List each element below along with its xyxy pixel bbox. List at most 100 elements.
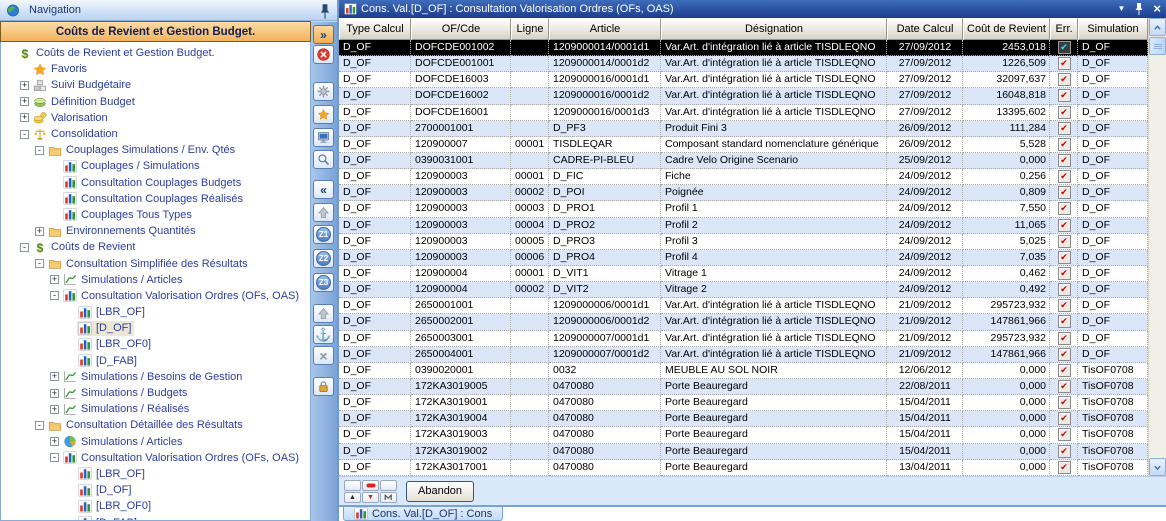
table-row[interactable]: D_OFDOFCDE0010011209000014/0001d2Var.Art… xyxy=(339,56,1148,72)
up-button[interactable] xyxy=(313,304,334,323)
nav-down-button[interactable]: ▼ xyxy=(362,492,379,503)
tree-item[interactable]: +Définition Budget xyxy=(1,94,310,110)
table-row[interactable]: D_OF172KA30190020470080Porte Beauregard1… xyxy=(339,444,1148,460)
table-row[interactable]: D_OF0390031001CADRE-PI-BLEUCadre Velo Or… xyxy=(339,153,1148,169)
scrollbar-thumb[interactable] xyxy=(1149,37,1166,55)
table-row[interactable]: D_OF172KA30190030470080Porte Beauregard1… xyxy=(339,427,1148,443)
scroll-up-button[interactable] xyxy=(1149,18,1166,36)
expand-plus-icon[interactable]: + xyxy=(50,405,59,414)
table-row[interactable]: D_OF172KA30190010470080Porte Beauregard1… xyxy=(339,395,1148,411)
collapse-minus-icon[interactable]: - xyxy=(35,259,44,268)
table-row[interactable]: D_OFDOFCDE160031209000016/0001d1Var.Art.… xyxy=(339,72,1148,88)
workstation-button[interactable] xyxy=(313,128,334,147)
tree-item[interactable]: +Suivi Budgétaire xyxy=(1,77,310,93)
error-checkbox[interactable]: ✔ xyxy=(1058,122,1071,135)
error-checkbox[interactable]: ✔ xyxy=(1058,332,1071,345)
error-checkbox[interactable]: ✔ xyxy=(1058,106,1071,119)
table-row[interactable]: D_OF12090000700001TISDLEQARComposant sta… xyxy=(339,137,1148,153)
tree-item[interactable]: [D_OF] xyxy=(1,482,310,498)
nav-blank1-button[interactable] xyxy=(344,480,361,491)
column-header-date[interactable]: Date Calcul xyxy=(887,18,963,40)
column-header-type[interactable]: Type Calcul xyxy=(339,18,411,40)
table-row[interactable]: D_OF12090000300002D_POIPoignée24/09/2012… xyxy=(339,185,1148,201)
tree-item[interactable]: [LBR_OF0] xyxy=(1,336,310,352)
expand-plus-icon[interactable]: + xyxy=(50,275,59,284)
delete-button[interactable]: × xyxy=(313,346,334,365)
nav-up-button[interactable]: ▲ xyxy=(344,492,361,503)
tree-item[interactable]: -Couplages Simulations / Env. Qtés xyxy=(1,142,310,158)
table-row[interactable]: D_OF12090000300006D_PRO4Profil 424/09/20… xyxy=(339,250,1148,266)
tree-item[interactable]: $Coûts de Revient et Gestion Budget. xyxy=(1,45,310,61)
error-checkbox[interactable]: ✔ xyxy=(1058,186,1071,199)
error-checkbox[interactable]: ✔ xyxy=(1058,299,1071,312)
tree-item[interactable]: [LBR_OF] xyxy=(1,466,310,482)
error-checkbox[interactable]: ✔ xyxy=(1058,41,1071,54)
zoom3-button[interactable]: Z3 xyxy=(313,273,334,292)
anchor-button[interactable]: ⚓ xyxy=(313,325,334,344)
error-checkbox[interactable]: ✔ xyxy=(1058,461,1071,474)
tree-item[interactable]: +Simulations / Articles xyxy=(1,434,310,450)
table-row[interactable]: D_OF03900200010032MEUBLE AU SOL NOIR12/0… xyxy=(339,363,1148,379)
error-checkbox[interactable]: ✔ xyxy=(1058,154,1071,167)
tree-item[interactable]: -Consultation Valorisation Ordres (OFs, … xyxy=(1,450,310,466)
error-checkbox[interactable]: ✔ xyxy=(1058,267,1071,280)
expand-panel-button[interactable]: » xyxy=(313,25,334,44)
tree-item[interactable]: -Consolidation xyxy=(1,126,310,142)
tree-item[interactable]: [LBR_OF0] xyxy=(1,498,310,514)
scrollbar-track[interactable] xyxy=(1149,55,1166,458)
tree-item[interactable]: [D_FAB] xyxy=(1,514,310,521)
expand-plus-icon[interactable]: + xyxy=(35,227,44,236)
table-row[interactable]: D_OF2700001001D_PF3Produit Fini 326/09/2… xyxy=(339,121,1148,137)
expand-plus-icon[interactable]: + xyxy=(50,389,59,398)
expand-plus-icon[interactable]: + xyxy=(20,97,29,106)
table-row[interactable]: D_OF12090000300001D_FICFiche24/09/20120,… xyxy=(339,169,1148,185)
collapse-minus-icon[interactable]: - xyxy=(20,130,29,139)
expand-plus-icon[interactable]: + xyxy=(20,81,29,90)
collapse-minus-icon[interactable]: - xyxy=(50,453,59,462)
error-checkbox[interactable]: ✔ xyxy=(1058,412,1071,425)
error-checkbox[interactable]: ✔ xyxy=(1058,219,1071,232)
tree-item[interactable]: -Consultation Simplifiée des Résultats xyxy=(1,255,310,271)
table-row[interactable]: D_OF172KA30190040470080Porte Beauregard1… xyxy=(339,411,1148,427)
table-row[interactable]: D_OFDOFCDE160021209000016/0001d2Var.Art.… xyxy=(339,88,1148,104)
table-row[interactable]: D_OF12090000300004D_PRO2Profil 224/09/20… xyxy=(339,218,1148,234)
error-checkbox[interactable]: ✔ xyxy=(1058,364,1071,377)
column-header-ofcde[interactable]: OF/Cde xyxy=(411,18,511,40)
tree-item[interactable]: +Simulations / Réalisés xyxy=(1,401,310,417)
table-row[interactable]: D_OF172KA30170010470080Porte Beauregard1… xyxy=(339,460,1148,476)
error-checkbox[interactable]: ✔ xyxy=(1058,428,1071,441)
table-row[interactable]: D_OF26500040011209000007/0001d2Var.Art. … xyxy=(339,347,1148,363)
nav-blank2-button[interactable] xyxy=(380,480,397,491)
error-checkbox[interactable]: ✔ xyxy=(1058,380,1071,393)
zoom2-button[interactable]: Z2 xyxy=(313,249,334,268)
close-panel-button[interactable] xyxy=(313,45,334,64)
scroll-down-button[interactable] xyxy=(1149,458,1166,476)
expand-plus-icon[interactable]: + xyxy=(20,113,29,122)
collapse-minus-icon[interactable]: - xyxy=(20,243,29,252)
error-checkbox[interactable]: ✔ xyxy=(1058,73,1071,86)
error-checkbox[interactable]: ✔ xyxy=(1058,315,1071,328)
tab-cons-val-d-of[interactable]: Cons. Val.[D_OF] : Cons xyxy=(343,507,503,521)
tree-item[interactable]: Couplages Tous Types xyxy=(1,207,310,223)
column-header-err[interactable]: Err. xyxy=(1050,18,1078,40)
lock-button[interactable] xyxy=(313,377,334,396)
collapse-minus-icon[interactable]: - xyxy=(35,146,44,155)
tree-item[interactable]: -Consultation Valorisation Ordres (OFs, … xyxy=(1,288,310,304)
error-checkbox[interactable]: ✔ xyxy=(1058,251,1071,264)
tree-item[interactable]: Favoris xyxy=(1,61,310,77)
tree-item[interactable]: Couplages / Simulations xyxy=(1,158,310,174)
vertical-scrollbar[interactable] xyxy=(1148,18,1166,476)
search-button[interactable] xyxy=(313,150,334,169)
error-checkbox[interactable]: ✔ xyxy=(1058,283,1071,296)
error-checkbox[interactable]: ✔ xyxy=(1058,138,1071,151)
table-row[interactable]: D_OFDOFCDE160011209000016/0001d3Var.Art.… xyxy=(339,105,1148,121)
zoom1-button[interactable]: Z1 xyxy=(313,225,334,244)
table-row[interactable]: D_OF26500010011209000006/0001d1Var.Art. … xyxy=(339,298,1148,314)
nav-last-button[interactable] xyxy=(380,492,397,503)
abandon-button[interactable]: Abandon xyxy=(406,481,474,502)
column-header-cout[interactable]: Coût de Revient xyxy=(963,18,1050,40)
tree-item[interactable]: Consultation Couplages Réalisés xyxy=(1,191,310,207)
tree-item[interactable]: -Consultation Détaillée des Résultats xyxy=(1,417,310,433)
table-row[interactable]: D_OF26500020011209000006/0001d2Var.Art. … xyxy=(339,314,1148,330)
collapse-minus-icon[interactable]: - xyxy=(50,291,59,300)
